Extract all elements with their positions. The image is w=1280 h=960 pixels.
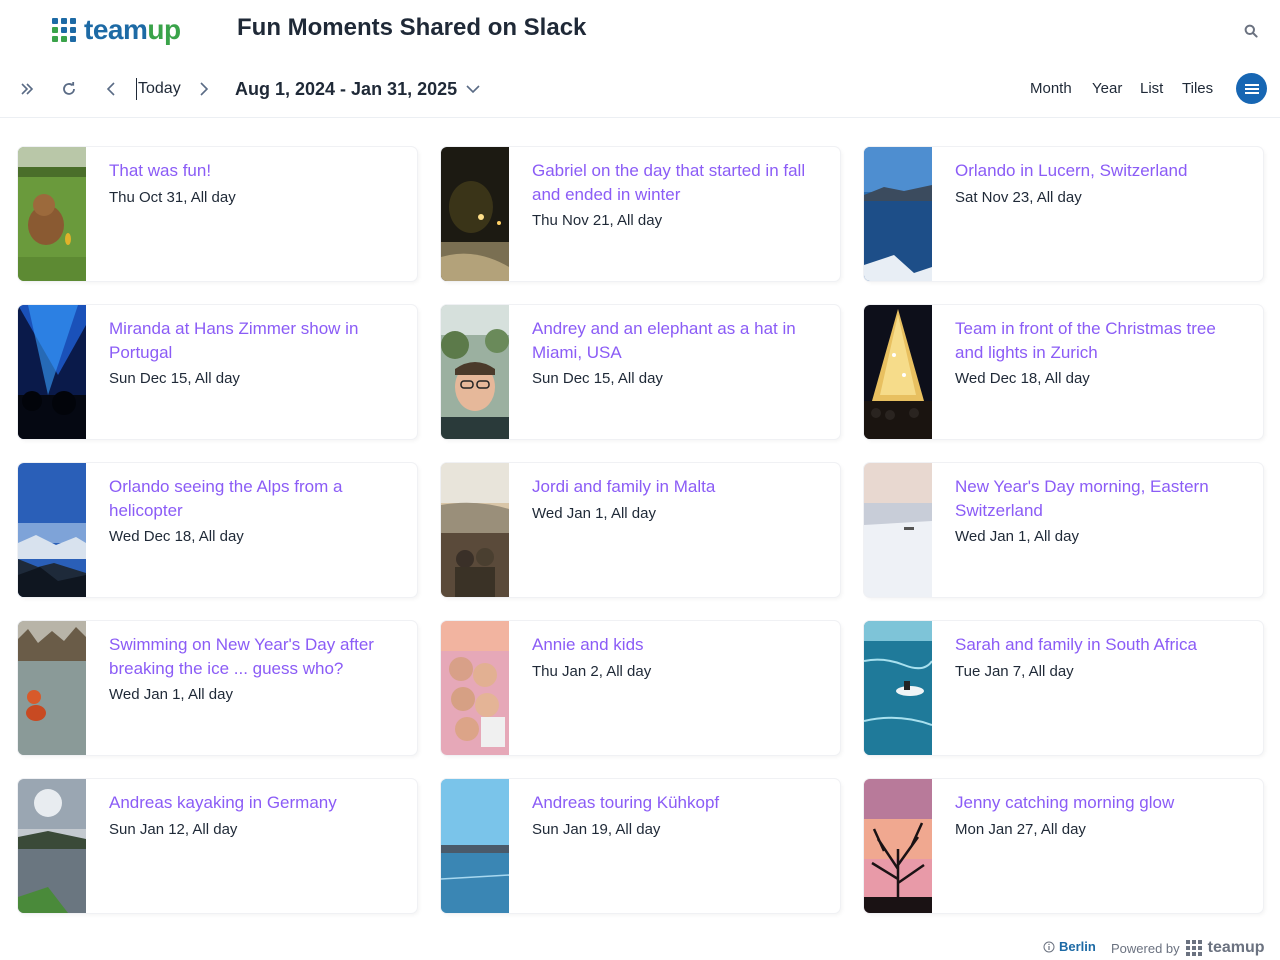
event-tile[interactable]: Andreas touring Kühkopf Sun Jan 19, All d… (441, 779, 840, 913)
timezone-link[interactable]: Berlin (1043, 939, 1096, 954)
previous-period-button[interactable] (97, 75, 125, 103)
date-range-picker[interactable]: Aug 1, 2024 - Jan 31, 2025 (235, 77, 481, 101)
view-list-tab[interactable]: List (1140, 78, 1163, 100)
top-bar: teamup Fun Moments Shared on Slack (0, 0, 1280, 60)
chevron-left-icon (106, 82, 115, 96)
event-tile[interactable]: Orlando seeing the Alps from a helicopte… (18, 463, 417, 597)
event-title[interactable]: Andreas kayaking in Germany (109, 791, 399, 815)
event-photo (18, 147, 86, 281)
event-photo (441, 305, 509, 439)
event-tile[interactable]: Sarah and family in South Africa Tue Jan … (864, 621, 1263, 755)
event-date: Mon Jan 27, All day (955, 821, 1086, 838)
event-photo (18, 621, 86, 755)
event-date: Wed Dec 18, All day (109, 528, 244, 545)
refresh-icon (63, 82, 75, 95)
event-date: Sun Jan 12, All day (109, 821, 238, 838)
event-photo (864, 621, 932, 755)
event-date: Wed Jan 1, All day (109, 686, 233, 703)
main-menu-button[interactable] (1236, 73, 1267, 104)
event-photo (864, 147, 932, 281)
event-date: Wed Dec 18, All day (955, 370, 1090, 387)
event-tile[interactable]: Team in front of the Christmas tree and … (864, 305, 1263, 439)
event-date: Wed Jan 1, All day (532, 505, 656, 522)
event-tile[interactable]: Jenny catching morning glow Mon Jan 27, A… (864, 779, 1263, 913)
event-tile[interactable]: Orlando in Lucern, Switzerland Sat Nov 23… (864, 147, 1263, 281)
event-tile[interactable]: Gabriel on the day that started in fall … (441, 147, 840, 281)
footer: Berlin Powered by teamup (0, 936, 1280, 960)
event-title[interactable]: Sarah and family in South Africa (955, 633, 1245, 657)
event-date: Thu Nov 21, All day (532, 212, 663, 229)
event-title[interactable]: Andrey and an elephant as a hat in Miami… (532, 317, 822, 364)
powered-by[interactable]: Powered by teamup (1111, 939, 1265, 957)
teamup-mini-logo-icon (1185, 940, 1202, 956)
event-date: Sat Nov 23, All day (955, 189, 1082, 206)
event-title[interactable]: Gabriel on the day that started in fall … (532, 159, 822, 206)
search-icon (1244, 24, 1258, 38)
date-range-label: Aug 1, 2024 - Jan 31, 2025 (235, 79, 458, 99)
event-title[interactable]: Team in front of the Christmas tree and … (955, 317, 1245, 364)
event-date: Sun Dec 15, All day (109, 370, 240, 387)
event-photo (441, 147, 509, 281)
view-month-tab[interactable]: Month (1030, 78, 1072, 100)
logo-text: teamup (84, 14, 181, 45)
powered-by-brand: teamup (1207, 939, 1265, 956)
event-title[interactable]: Swimming on New Year's Day after breakin… (109, 633, 399, 680)
expand-sidebar-button[interactable] (13, 75, 41, 103)
view-year-tab[interactable]: Year (1092, 78, 1122, 100)
event-title[interactable]: Orlando in Lucern, Switzerland (955, 159, 1245, 183)
event-tile[interactable]: New Year's Day morning, Eastern Switzerl… (864, 463, 1263, 597)
event-title[interactable]: Jenny catching morning glow (955, 791, 1245, 815)
event-date: Wed Jan 1, All day (955, 528, 1079, 545)
chevron-right-icon (200, 82, 209, 96)
event-date: Thu Jan 2, All day (532, 663, 652, 680)
event-photo (441, 621, 509, 755)
event-title[interactable]: That was fun! (109, 159, 399, 183)
event-tile[interactable]: Miranda at Hans Zimmer show in Portugal S… (18, 305, 417, 439)
timezone-label: Berlin (1059, 939, 1096, 954)
double-chevron-right-icon (21, 83, 34, 95)
hamburger-menu-icon (1244, 83, 1259, 94)
powered-by-label: Powered by (1111, 940, 1180, 956)
event-photo (18, 463, 86, 597)
event-title[interactable]: Miranda at Hans Zimmer show in Portugal (109, 317, 399, 364)
calendar-toolbar: Today Aug 1, 2024 - Jan 31, 2025 Month Y… (0, 60, 1280, 118)
event-title[interactable]: Jordi and family in Malta (532, 475, 822, 499)
event-title[interactable]: Orlando seeing the Alps from a helicopte… (109, 475, 399, 522)
event-tile[interactable]: Annie and kids Thu Jan 2, All day (441, 621, 840, 755)
chevron-down-icon (466, 85, 480, 94)
info-icon (1043, 941, 1055, 952)
event-photo (864, 779, 932, 913)
event-title[interactable]: Andreas touring Kühkopf (532, 791, 822, 815)
search-button[interactable] (1238, 18, 1264, 44)
logo-grid-icon (52, 18, 76, 42)
event-tile[interactable]: Jordi and family in Malta Wed Jan 1, All … (441, 463, 840, 597)
today-button[interactable]: Today (136, 78, 181, 100)
event-title[interactable]: Annie and kids (532, 633, 822, 657)
refresh-button[interactable] (55, 75, 83, 103)
next-period-button[interactable] (190, 75, 218, 103)
event-photo (18, 305, 86, 439)
event-photo (441, 463, 509, 597)
event-date: Sun Jan 19, All day (532, 821, 661, 838)
event-photo (18, 779, 86, 913)
view-tiles-tab[interactable]: Tiles (1182, 78, 1213, 100)
event-photo (864, 463, 932, 597)
event-tile[interactable]: That was fun! Thu Oct 31, All day (18, 147, 417, 281)
event-tile[interactable]: Andreas kayaking in Germany Sun Jan 12, A… (18, 779, 417, 913)
event-title[interactable]: New Year's Day morning, Eastern Switzerl… (955, 475, 1245, 522)
teamup-logo[interactable]: teamup (52, 14, 181, 46)
event-photo (864, 305, 932, 439)
page-title: Fun Moments Shared on Slack (237, 14, 587, 41)
event-date: Thu Oct 31, All day (109, 189, 236, 206)
event-tile[interactable]: Swimming on New Year's Day after breakin… (18, 621, 417, 755)
event-date: Sun Dec 15, All day (532, 370, 663, 387)
event-tile[interactable]: Andrey and an elephant as a hat in Miami… (441, 305, 840, 439)
event-date: Tue Jan 7, All day (955, 663, 1074, 680)
event-photo (441, 779, 509, 913)
